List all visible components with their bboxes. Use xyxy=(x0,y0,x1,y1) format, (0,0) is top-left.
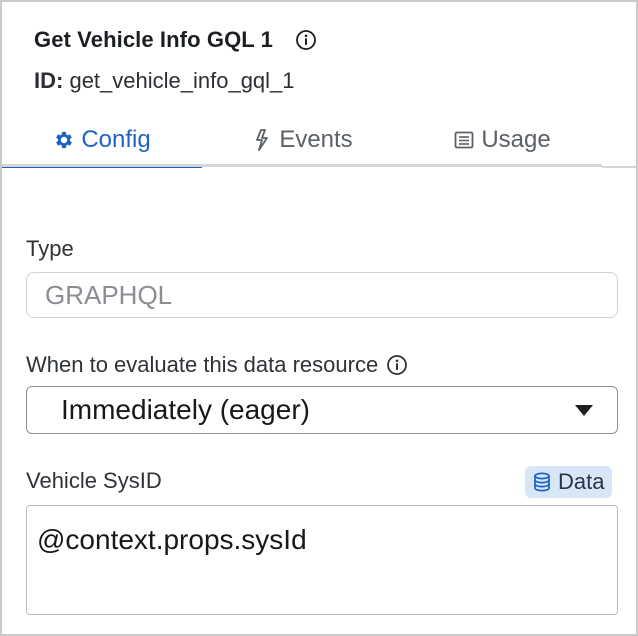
info-icon[interactable] xyxy=(295,29,317,51)
type-label: Type xyxy=(26,236,74,261)
panel-header: Get Vehicle Info GQL 1 ID: get_vehicle_i… xyxy=(2,2,636,114)
gear-icon xyxy=(53,129,75,151)
tab-divider xyxy=(2,164,602,167)
sysid-label: Vehicle SysID xyxy=(26,468,162,493)
type-field: GRAPHQL xyxy=(26,272,618,318)
panel-title: Get Vehicle Info GQL 1 xyxy=(34,27,273,52)
tab-events-label: Events xyxy=(279,126,353,153)
tab-bar: Config Events Usage xyxy=(2,114,602,168)
tab-divider-extension xyxy=(602,166,636,168)
tab-config[interactable]: Config xyxy=(2,114,202,168)
tab-events[interactable]: Events xyxy=(202,114,402,166)
evaluate-label-row: When to evaluate this data resource xyxy=(26,352,408,378)
tab-usage-label: Usage xyxy=(481,126,551,153)
database-icon xyxy=(533,472,551,492)
id-label: ID: xyxy=(34,68,64,93)
evaluate-selected-value: Immediately (eager) xyxy=(61,394,310,425)
tab-config-label: Config xyxy=(81,126,151,153)
tab-usage[interactable]: Usage xyxy=(402,114,602,166)
id-value: get_vehicle_info_gql_1 xyxy=(69,68,295,93)
evaluate-select[interactable]: Immediately (eager) xyxy=(26,386,618,434)
caret-down-icon xyxy=(575,405,593,416)
evaluate-label: When to evaluate this data resource xyxy=(26,352,379,377)
data-resource-config-panel: Get Vehicle Info GQL 1 ID: get_vehicle_i… xyxy=(0,0,638,636)
bolt-icon xyxy=(251,129,273,151)
evaluate-info-icon[interactable] xyxy=(386,354,408,376)
resource-id: ID: get_vehicle_info_gql_1 xyxy=(34,68,295,94)
list-icon xyxy=(453,129,475,151)
title-row: Get Vehicle Info GQL 1 xyxy=(34,24,317,56)
sysid-textarea[interactable]: @context.props.sysId xyxy=(26,505,618,615)
data-binding-button[interactable]: Data xyxy=(525,466,613,498)
data-badge-label: Data xyxy=(558,469,605,494)
